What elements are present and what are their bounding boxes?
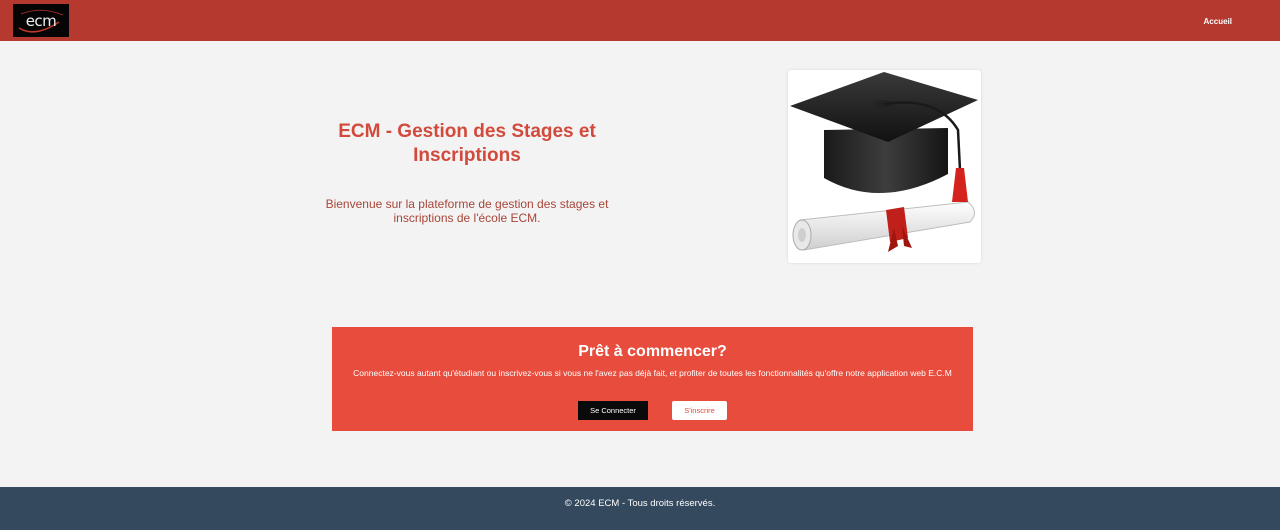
footer-copyright: © 2024 ECM - Tous droits réservés. (564, 498, 716, 509)
graduation-cap-icon (790, 72, 978, 252)
welcome-text: Bienvenue sur la plateforme de gestion d… (325, 197, 609, 225)
cta-description: Connectez-vous autant qu'étudiant ou ins… (353, 368, 952, 378)
ecm-logo[interactable]: ecm (13, 4, 69, 37)
cta-title: Prêt à commencer? (578, 343, 727, 360)
logo-text: ecm (25, 11, 57, 30)
cta-panel: Prêt à commencer? Connectez-vous autant … (332, 327, 973, 431)
page-title: ECM - Gestion des Stages et Inscriptions (338, 121, 596, 166)
top-navbar: ecm Accueil (0, 0, 1280, 41)
nav-home-link[interactable]: Accueil (1204, 17, 1232, 26)
register-button[interactable]: S'inscrire (672, 401, 727, 420)
footer: © 2024 ECM - Tous droits réservés. (0, 487, 1280, 530)
login-button[interactable]: Se Connecter (578, 401, 648, 420)
graduation-cap-image (788, 70, 981, 263)
